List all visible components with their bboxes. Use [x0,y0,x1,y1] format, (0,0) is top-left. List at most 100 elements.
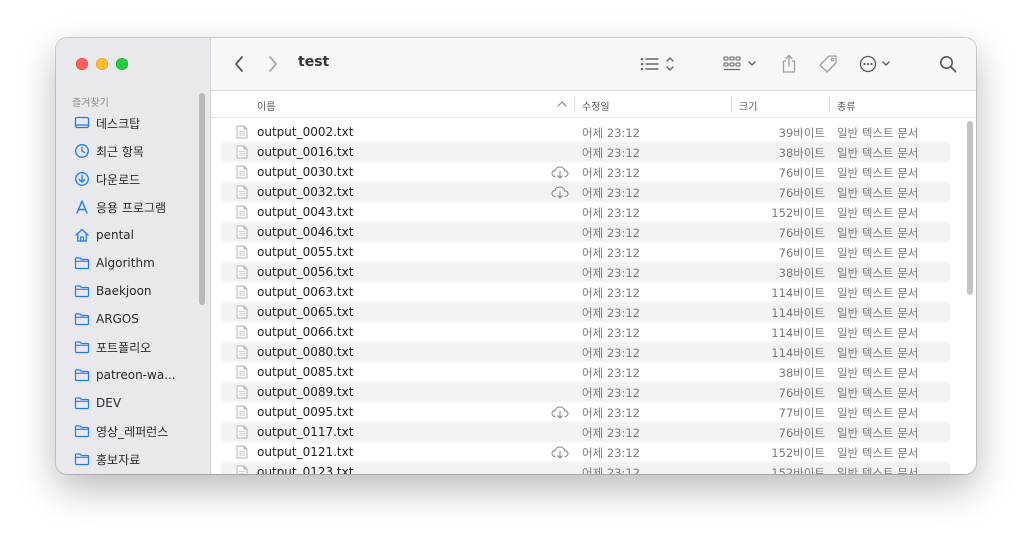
file-name: output_0016.txt [257,145,354,159]
text-file-icon [236,465,248,474]
sidebar-item-7[interactable]: ARGOS [66,305,200,333]
text-file-icon [236,205,248,219]
text-file-icon [236,185,248,199]
file-date: 어제 23:12 [582,346,640,360]
text-file-icon [236,345,248,359]
search-button[interactable] [937,52,959,76]
cloud-download-icon[interactable] [551,166,569,179]
sidebar-item-9[interactable]: patreon-wa... [66,361,200,389]
column-divider[interactable] [731,96,732,112]
file-date: 어제 23:12 [582,466,640,474]
file-date: 어제 23:12 [582,406,640,420]
table-row[interactable]: output_0002.txt 어제 23:12 39바이트 일반 텍스트 문서 [221,122,951,142]
file-size: 152바이트 [771,206,825,220]
text-file-icon [236,305,248,319]
sidebar-item-8[interactable]: 포트폴리오 [66,333,200,361]
sidebar-item-label: Algorithm [96,256,155,270]
share-icon [782,54,796,73]
table-row[interactable]: output_0066.txt 어제 23:12 114바이트 일반 텍스트 문서 [221,322,951,342]
cloud-download-icon[interactable] [551,446,569,459]
sidebar-item-3[interactable]: 응용 프로그램 [66,193,200,221]
forward-button[interactable] [263,52,283,76]
text-file-icon [236,145,248,159]
file-size: 38바이트 [778,266,825,280]
table-row[interactable]: output_0121.txt 어제 23:12 152바이트 일반 텍스트 문서 [221,442,951,462]
sidebar-item-10[interactable]: DEV [66,389,200,417]
sidebar-item-5[interactable]: Algorithm [66,249,200,277]
file-date: 어제 23:12 [582,326,640,340]
table-row[interactable]: output_0063.txt 어제 23:12 114바이트 일반 텍스트 문서 [221,282,951,302]
minimize-button[interactable] [96,58,108,70]
download-icon [74,171,90,187]
column-kind-header[interactable]: 종류 [837,98,855,113]
column-header: 이름 수정일 크기 종류 [211,91,976,118]
file-size: 114바이트 [771,346,825,360]
file-date: 어제 23:12 [582,446,640,460]
sidebar-scrollbar[interactable] [199,93,205,305]
group-button[interactable] [723,52,763,76]
table-row[interactable]: output_0117.txt 어제 23:12 76바이트 일반 텍스트 문서 [221,422,951,442]
sidebar: 즐겨찾기 데스크탑 최근 항목 다운로드 응용 프로그램 pental Algorithm… [56,38,211,474]
file-name: output_0066.txt [257,325,354,339]
share-button[interactable] [779,52,799,76]
ellipsis-circle-icon [859,55,890,73]
file-kind: 일반 텍스트 문서 [837,166,919,180]
column-divider[interactable] [829,96,830,112]
file-name: output_0080.txt [257,345,354,359]
file-size: 76바이트 [778,166,825,180]
file-date: 어제 23:12 [582,306,640,320]
table-row[interactable]: output_0016.txt 어제 23:12 38바이트 일반 텍스트 문서 [221,142,951,162]
sidebar-item-2[interactable]: 다운로드 [66,165,200,193]
table-row[interactable]: output_0080.txt 어제 23:12 114바이트 일반 텍스트 문서 [221,342,951,362]
table-row[interactable]: output_0123.txt 어제 23:12 152바이트 일반 텍스트 문서 [221,462,951,474]
cloud-download-icon[interactable] [551,406,569,419]
file-name: output_0123.txt [257,465,354,474]
tag-icon [819,55,837,73]
file-kind: 일반 텍스트 문서 [837,226,919,240]
column-size-header[interactable]: 크기 [739,98,757,113]
folder-icon [74,339,90,355]
view-mode-button[interactable] [639,52,679,76]
table-row[interactable]: output_0030.txt 어제 23:12 76바이트 일반 텍스트 문서 [221,162,951,182]
file-date: 어제 23:12 [582,186,640,200]
table-row[interactable]: output_0085.txt 어제 23:12 38바이트 일반 텍스트 문서 [221,362,951,382]
column-date-header[interactable]: 수정일 [582,98,610,113]
file-size: 76바이트 [778,386,825,400]
table-row[interactable]: output_0055.txt 어제 23:12 76바이트 일반 텍스트 문서 [221,242,951,262]
folder-icon [74,395,90,411]
applications-icon [74,199,90,215]
file-date: 어제 23:12 [582,166,640,180]
file-size: 152바이트 [771,466,825,474]
tag-button[interactable] [817,52,839,76]
file-list-area: 이름 수정일 크기 종류 output_0002.txt 어제 23:12 39바이… [211,91,976,474]
chevron-up-icon[interactable] [557,100,567,107]
sidebar-item-1[interactable]: 최근 항목 [66,137,200,165]
more-actions-button[interactable] [859,52,897,76]
sidebar-item-11[interactable]: 영상_레퍼런스 [66,417,200,445]
table-row[interactable]: output_0065.txt 어제 23:12 114바이트 일반 텍스트 문서 [221,302,951,322]
close-button[interactable] [76,58,88,70]
sidebar-item-4[interactable]: pental [66,221,200,249]
cloud-download-icon[interactable] [551,186,569,199]
desktop-icon [74,115,90,131]
file-list-scrollbar[interactable] [967,121,973,295]
column-name-header[interactable]: 이름 [257,98,275,113]
back-button[interactable] [229,52,249,76]
table-row[interactable]: output_0089.txt 어제 23:12 76바이트 일반 텍스트 문서 [221,382,951,402]
finder-window: 즐겨찾기 데스크탑 최근 항목 다운로드 응용 프로그램 pental Algorithm… [56,38,976,474]
column-divider[interactable] [574,96,575,112]
table-row[interactable]: output_0032.txt 어제 23:12 76바이트 일반 텍스트 문서 [221,182,951,202]
sidebar-item-12[interactable]: 홍보자료 [66,445,200,473]
file-kind: 일반 텍스트 문서 [837,426,919,440]
table-row[interactable]: output_0056.txt 어제 23:12 38바이트 일반 텍스트 문서 [221,262,951,282]
sidebar-item-0[interactable]: 데스크탑 [66,109,200,137]
list-view-icon [640,57,674,71]
zoom-button[interactable] [116,58,128,70]
chevron-right-icon [269,56,277,72]
table-row[interactable]: output_0046.txt 어제 23:12 76바이트 일반 텍스트 문서 [221,222,951,242]
text-file-icon [236,165,248,179]
table-row[interactable]: output_0043.txt 어제 23:12 152바이트 일반 텍스트 문서 [221,202,951,222]
search-icon [940,56,957,73]
table-row[interactable]: output_0095.txt 어제 23:12 77바이트 일반 텍스트 문서 [221,402,951,422]
sidebar-item-6[interactable]: Baekjoon [66,277,200,305]
